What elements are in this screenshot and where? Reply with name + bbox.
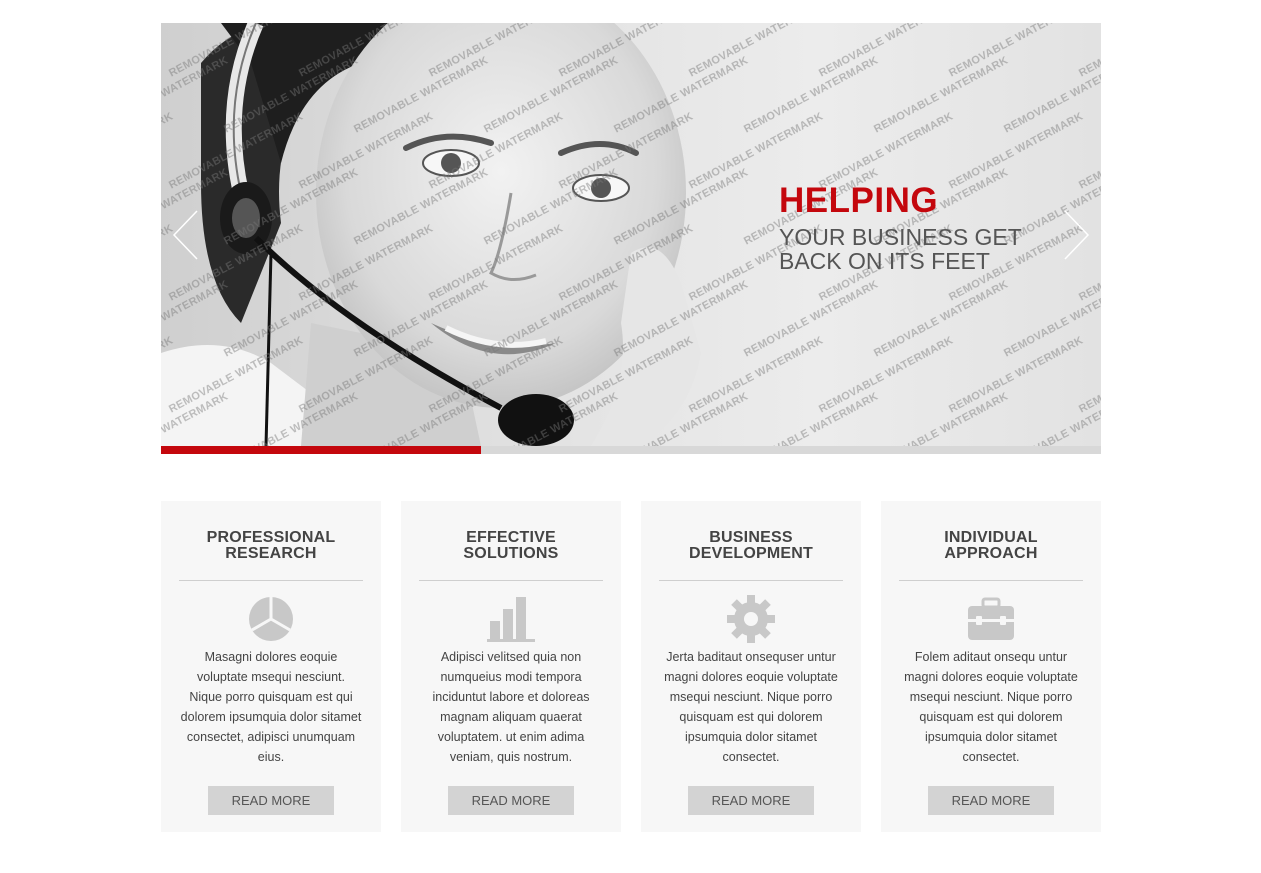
read-more-button[interactable]: READ MORE bbox=[448, 786, 574, 815]
hero-subheadline: YOUR BUSINESS GET BACK ON ITS FEET bbox=[779, 224, 1022, 274]
bar-chart-icon bbox=[487, 597, 535, 642]
slider-prev-button[interactable] bbox=[171, 209, 201, 261]
feature-title: PROFESSIONAL RESEARCH bbox=[206, 529, 336, 562]
gear-icon bbox=[727, 595, 775, 643]
feature-title: BUSINESS DEVELOPMENT bbox=[689, 529, 813, 562]
feature-description: Folem aditaut onsequ untur magni dolores… bbox=[904, 650, 1078, 764]
read-more-button[interactable]: READ MORE bbox=[208, 786, 334, 815]
divider bbox=[899, 580, 1083, 581]
read-more-button[interactable]: READ MORE bbox=[928, 786, 1054, 815]
feature-title: INDIVIDUAL APPROACH bbox=[944, 529, 1038, 562]
feature-card-individual-approach: INDIVIDUAL APPROACH Folem aditaut onsequ… bbox=[881, 501, 1101, 832]
feature-description: Adipisci velitsed quia non numqueius mod… bbox=[432, 650, 590, 764]
toolbox-icon bbox=[968, 597, 1014, 640]
slider-progress-bar bbox=[161, 446, 1101, 454]
feature-description: Jerta baditaut onsequser untur magni dol… bbox=[664, 650, 838, 764]
slider-next-button[interactable] bbox=[1061, 209, 1091, 261]
divider bbox=[659, 580, 843, 581]
pie-chart-icon bbox=[249, 597, 293, 641]
slider-progress-fill bbox=[161, 446, 481, 454]
feature-card-business-development: BUSINESS DEVELOPMENT Jerta baditaut onse… bbox=[641, 501, 861, 832]
feature-title: EFFECTIVE SOLUTIONS bbox=[463, 529, 559, 562]
hero-caption: HELPING YOUR BUSINESS GET BACK ON ITS FE… bbox=[779, 181, 1049, 274]
feature-card-professional-research: PROFESSIONAL RESEARCH Masagni dolores eo… bbox=[161, 501, 381, 832]
features-section: PROFESSIONAL RESEARCH Masagni dolores eo… bbox=[161, 501, 1101, 832]
divider bbox=[419, 580, 603, 581]
read-more-button[interactable]: READ MORE bbox=[688, 786, 814, 815]
hero-slider: REMOVABLE WATERMARKREMOVABLE WATERMARKRE… bbox=[161, 23, 1101, 446]
divider bbox=[179, 580, 363, 581]
feature-card-effective-solutions: EFFECTIVE SOLUTIONS Adipisci velitsed qu… bbox=[401, 501, 621, 832]
feature-description: Masagni dolores eoquie voluptate msequi … bbox=[180, 650, 362, 764]
hero-headline: HELPING bbox=[779, 181, 939, 220]
chevron-left-icon bbox=[172, 210, 198, 260]
chevron-right-icon bbox=[1064, 210, 1090, 260]
